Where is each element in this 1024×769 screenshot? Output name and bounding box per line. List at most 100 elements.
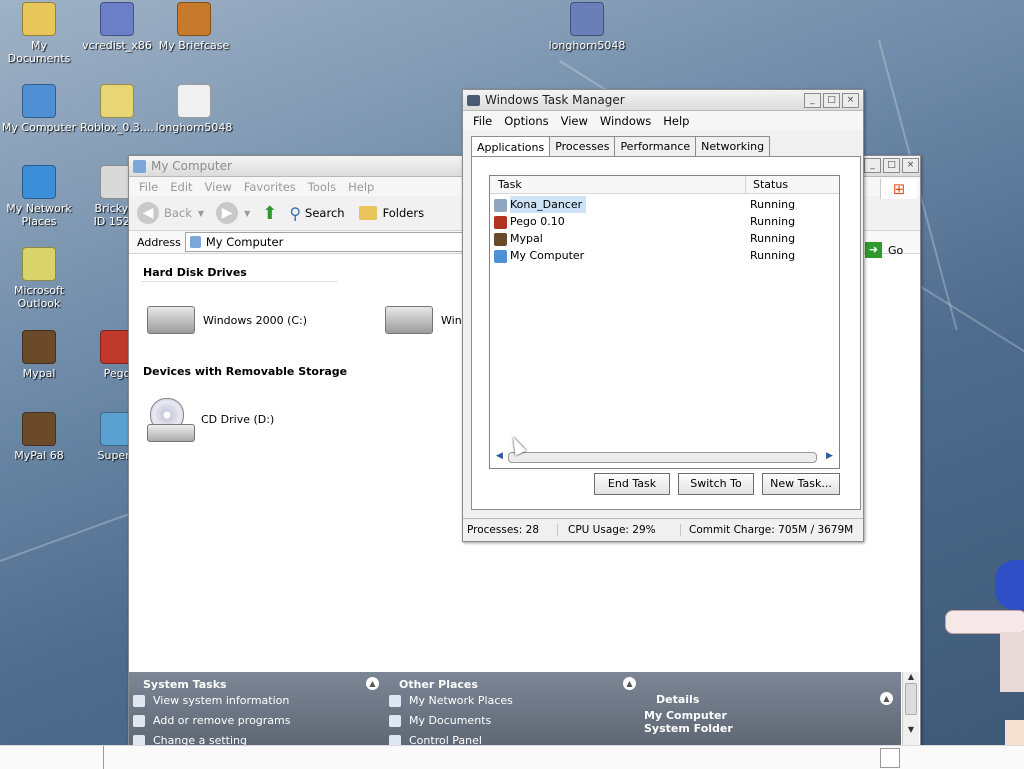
- system-tasks-title: System Tasks: [143, 678, 227, 691]
- minimize-icon[interactable]: _: [804, 92, 821, 108]
- status-processes: Processes: 28: [463, 524, 558, 536]
- details-name: My Computer: [644, 709, 727, 722]
- tab-networking[interactable]: Networking: [695, 136, 771, 156]
- task-list[interactable]: Task Status Kona_Dancer Running Pego 0.10 R…: [489, 175, 840, 469]
- task-status: Running: [750, 232, 796, 245]
- menu-item-help[interactable]: Help: [342, 180, 380, 194]
- task-manager-titlebar[interactable]: Windows Task Manager _ □ ×: [463, 90, 863, 111]
- desktop-icon-label: longhorn5048: [548, 39, 626, 52]
- menu-item-file[interactable]: File: [467, 114, 498, 128]
- horizontal-scrollbar[interactable]: ◀ ▶: [490, 449, 839, 466]
- windows-logo-icon: ⊞: [880, 179, 917, 199]
- menu-item-windows[interactable]: Windows: [594, 114, 657, 128]
- collapse-chevron-icon[interactable]: ▲: [366, 677, 379, 690]
- folder-icon: [358, 206, 377, 220]
- task-status: Running: [750, 215, 796, 228]
- maximize-icon[interactable]: □: [823, 92, 840, 108]
- task-link[interactable]: My Network Places: [389, 694, 513, 707]
- menu-item-options[interactable]: Options: [498, 114, 554, 128]
- task-link[interactable]: My Documents: [389, 714, 491, 727]
- scroll-down-icon[interactable]: ▼: [903, 725, 919, 734]
- task-link[interactable]: Add or remove programs: [133, 714, 291, 727]
- folder-documents-icon: [22, 2, 56, 36]
- close-icon[interactable]: ×: [842, 92, 859, 108]
- minimize-icon[interactable]: _: [864, 158, 881, 173]
- desktop-icon[interactable]: My Briefcase: [155, 2, 233, 52]
- tab-performance[interactable]: Performance: [614, 136, 697, 156]
- collapse-chevron-icon[interactable]: ▲: [880, 692, 893, 705]
- task-row[interactable]: Mypal Running: [494, 230, 835, 247]
- task-name: Pego 0.10: [510, 215, 565, 228]
- vertical-scrollbar[interactable]: ▲ ▼: [902, 672, 919, 746]
- switch-to-button[interactable]: Switch To: [678, 473, 754, 495]
- search-button[interactable]: ⚲ Search: [289, 204, 344, 223]
- drive-c[interactable]: Windows 2000 (C:): [147, 306, 307, 334]
- menu-item-favorites[interactable]: Favorites: [238, 180, 302, 194]
- column-status[interactable]: Status: [746, 176, 788, 193]
- close-icon[interactable]: ×: [902, 158, 919, 173]
- menu-item-view[interactable]: View: [555, 114, 594, 128]
- hard-disk-icon: [147, 306, 195, 334]
- status-cpu: CPU Usage: 29%: [558, 524, 681, 536]
- zip-folder-icon: [100, 84, 134, 118]
- task-row[interactable]: My Computer Running: [494, 247, 835, 264]
- up-folder-button[interactable]: ⬆: [262, 203, 277, 224]
- desktop-icon[interactable]: MyPal 68: [0, 412, 78, 462]
- task-row[interactable]: Pego 0.10 Running: [494, 213, 835, 230]
- collapse-chevron-icon[interactable]: ▲: [623, 677, 636, 690]
- desktop-icon[interactable]: vcredist_x86: [78, 2, 156, 52]
- text-file-icon: [177, 84, 211, 118]
- desktop-icon[interactable]: My Documents: [0, 2, 78, 65]
- column-task[interactable]: Task: [490, 176, 746, 193]
- menu-item-help[interactable]: Help: [657, 114, 695, 128]
- drive-d[interactable]: CD Drive (D:): [147, 396, 274, 442]
- maximize-icon[interactable]: □: [883, 158, 900, 173]
- end-task-button[interactable]: End Task: [594, 473, 670, 495]
- chevron-down-icon[interactable]: ▼: [198, 209, 204, 218]
- scroll-thumb[interactable]: [508, 452, 817, 463]
- menu-item-tools[interactable]: Tools: [302, 180, 342, 194]
- drive-2[interactable]: Winc: [385, 306, 468, 334]
- desktop-icon-label: MyPal 68: [14, 449, 64, 462]
- task-manager-window[interactable]: Windows Task Manager _ □ × File Options Vi…: [462, 89, 864, 542]
- desktop-icon[interactable]: Mypal: [0, 330, 78, 380]
- scroll-left-icon[interactable]: ◀: [496, 451, 503, 461]
- installer-icon: [100, 2, 134, 36]
- chevron-down-icon[interactable]: ▼: [244, 209, 250, 218]
- mypal-icon: [22, 412, 56, 446]
- tab-applications[interactable]: Applications: [471, 136, 551, 157]
- menu-item-file[interactable]: File: [133, 180, 164, 194]
- forward-button[interactable]: ▶ ▼: [216, 202, 250, 224]
- desktop-icon[interactable]: longhorn5048: [548, 2, 626, 52]
- desktop-icon[interactable]: Microsoft Outlook: [0, 247, 78, 310]
- desktop-icon-label: longhorn5048: [155, 121, 233, 134]
- task-link[interactable]: View system information: [133, 694, 289, 707]
- desktop-icon-label: My Network Places: [6, 202, 72, 228]
- desktop-icon-label: My Briefcase: [158, 39, 230, 52]
- task-manager-icon: [467, 94, 480, 106]
- back-button[interactable]: ◀ Back ▼: [137, 202, 204, 224]
- new-task-button[interactable]: New Task...: [762, 473, 840, 495]
- scroll-up-icon[interactable]: ▲: [903, 672, 919, 681]
- tab-processes[interactable]: Processes: [549, 136, 616, 156]
- task-link-icon: [389, 715, 401, 727]
- scroll-right-icon[interactable]: ▶: [826, 451, 833, 461]
- scroll-thumb[interactable]: [905, 683, 917, 715]
- desktop-icon[interactable]: My Network Places: [0, 165, 78, 228]
- folders-button[interactable]: Folders: [358, 206, 424, 220]
- details-title: Details: [656, 693, 700, 706]
- desktop-icon[interactable]: Roblox_0.3....: [78, 84, 156, 134]
- menu-item-view[interactable]: View: [199, 180, 238, 194]
- desktop-icon-label: My Documents: [7, 39, 71, 65]
- computer-icon: [189, 236, 201, 248]
- task-name: My Computer: [510, 249, 585, 262]
- section-title-hdd: Hard Disk Drives: [143, 266, 247, 279]
- go-button[interactable]: ➜ Go: [865, 242, 903, 258]
- menu-item-edit[interactable]: Edit: [164, 180, 198, 194]
- task-link-icon: [133, 715, 145, 727]
- mypal-icon: [494, 232, 507, 246]
- task-row[interactable]: Kona_Dancer Running: [494, 196, 835, 213]
- hard-disk-icon: [385, 306, 433, 334]
- desktop-icon[interactable]: My Computer: [0, 84, 78, 134]
- desktop-icon[interactable]: longhorn5048: [155, 84, 233, 134]
